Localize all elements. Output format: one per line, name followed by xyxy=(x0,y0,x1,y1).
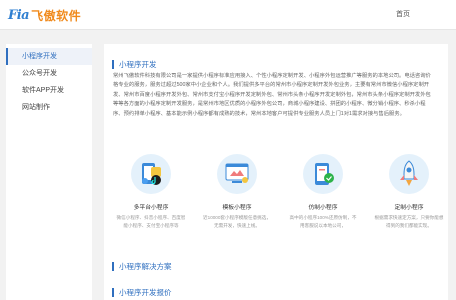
main-content: 小程序开发 常州飞傲软件科技有限公司是一家提供小程序标准应用接入、个性小程序定制… xyxy=(104,44,448,300)
top-header: Fia 飞傲软件 首页 xyxy=(0,0,456,30)
logo-mark: Fia xyxy=(8,7,30,23)
card-title: 仿制小程序 xyxy=(308,205,338,211)
template-miniprogram-icon xyxy=(217,154,257,194)
sidebar-item-official-account[interactable]: 公众号开发 xyxy=(6,65,92,82)
service-card[interactable]: 定制小程序 根据需求快速定方案，只要你能想得到的我们都能实现。 xyxy=(370,154,448,229)
rocket-miniprogram-icon xyxy=(389,154,429,194)
logo[interactable]: Fia 飞傲软件 xyxy=(8,4,81,26)
sidebar-item-website[interactable]: 网站制作 xyxy=(6,99,92,116)
section-title-miniprogram: 小程序开发 xyxy=(112,60,157,69)
sidebar: 小程序开发 公众号开发 软件APP开发 网站制作 xyxy=(6,44,92,300)
card-desc: 近10000套小程序模版任意挑选，无需开发，快速上线。 xyxy=(203,215,271,228)
card-desc: 微信小程序、抖音小程序、百度智能小程序、支付宝小程序等 xyxy=(116,215,186,228)
sidebar-item-miniprogram[interactable]: 小程序开发 xyxy=(6,48,92,65)
service-card[interactable]: 多平台小程序 微信小程序、抖音小程序、百度智能小程序、支付宝小程序等 xyxy=(112,154,190,229)
service-card[interactable]: 仿制小程序 高中的小程序100%还原仿制，不用客服说以本地公司， xyxy=(284,154,362,229)
multi-platform-miniprogram-icon xyxy=(131,154,171,194)
section-title-solutions: 小程序解决方案 xyxy=(112,262,172,271)
nav-home-link[interactable]: 首页 xyxy=(396,9,410,19)
service-card[interactable]: 模板小程序 近10000套小程序模版任意挑选，无需开发，快速上线。 xyxy=(198,154,276,229)
card-title: 定制小程序 xyxy=(394,205,424,211)
custom-miniprogram-icon xyxy=(303,154,343,194)
intro-paragraph: 常州飞傲软件科技有限公司是一家提供小程序标准应用接入、个性小程序定制开发、小程序… xyxy=(113,73,431,117)
section-title-pricing: 小程序开发报价 xyxy=(112,288,172,297)
logo-text: 飞傲软件 xyxy=(31,8,82,23)
card-desc: 根据需求快速定方案，只要你能想得到的我们都能实现。 xyxy=(374,215,444,228)
sidebar-item-app[interactable]: 软件APP开发 xyxy=(6,82,92,99)
card-desc: 高中的小程序100%还原仿制，不用客服说以本地公司， xyxy=(289,215,357,228)
card-title: 多平台小程序 xyxy=(133,205,169,211)
card-title: 模板小程序 xyxy=(222,205,252,211)
